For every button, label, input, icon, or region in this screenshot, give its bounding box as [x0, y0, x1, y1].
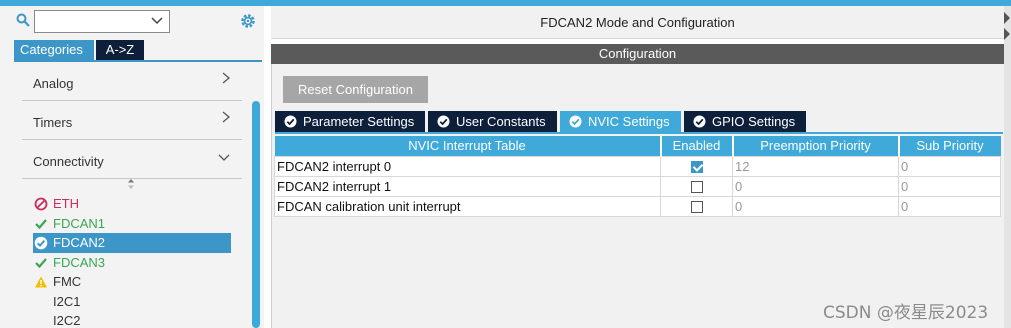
sub-priority-cell[interactable]: 0	[898, 175, 1001, 197]
peripheral-fdcan2[interactable]: FDCAN2	[33, 233, 231, 253]
peripheral-label: I2C1	[53, 293, 81, 309]
preemption-priority-cell[interactable]: 0	[732, 175, 899, 197]
peripheral-i2c1[interactable]: I2C1	[33, 292, 231, 312]
peripheral-label: FMC	[53, 274, 82, 289]
reset-configuration-button[interactable]: Reset Configuration	[283, 76, 428, 103]
collapse-panel-icon[interactable]	[1004, 10, 1011, 42]
column-header-sub-priority[interactable]: Sub Priority	[898, 136, 1001, 156]
sub-priority-cell[interactable]: 0	[898, 155, 1001, 177]
check-circle-icon	[569, 115, 582, 128]
enabled-checkbox[interactable]	[690, 201, 703, 214]
category-list: Analog Timers Connectivity	[22, 62, 242, 179]
search-icon[interactable]	[16, 13, 30, 27]
enabled-checkbox[interactable]	[690, 181, 703, 194]
right-edge-strip	[1004, 6, 1011, 328]
preemption-priority-cell[interactable]: 0	[732, 195, 899, 217]
search-input[interactable]	[34, 10, 170, 33]
enabled-cell	[660, 175, 733, 197]
enabled-checkbox[interactable]	[690, 161, 703, 174]
check-circle-icon	[693, 115, 706, 128]
table-row[interactable]: FDCAN2 interrupt 0 12 0	[274, 155, 1001, 177]
enabled-cell	[660, 155, 733, 177]
tab-nvic-settings[interactable]: NVIC Settings	[560, 111, 681, 132]
tab-categories[interactable]: Categories	[14, 40, 94, 60]
check-icon	[35, 218, 47, 229]
sidebar-scrollbar[interactable]	[252, 101, 260, 328]
peripheral-label: FDCAN1	[53, 215, 106, 231]
check-icon	[35, 257, 47, 268]
check-circle-icon	[34, 236, 48, 250]
peripheral-label: I2C2	[53, 313, 81, 328]
peripheral-label: FDCAN3	[53, 254, 106, 270]
check-circle-icon	[284, 115, 297, 128]
tab-label: Parameter Settings	[303, 114, 415, 129]
configuration-area: Reset Configuration Parameter Settings U…	[271, 64, 1004, 328]
column-header-nvic-interrupt-table[interactable]: NVIC Interrupt Table	[274, 136, 662, 156]
peripheral-label: FDCAN2	[53, 235, 106, 250]
table-row[interactable]: FDCAN2 interrupt 1 0 0	[274, 175, 1001, 197]
peripheral-i2c2[interactable]: I2C2	[33, 311, 231, 328]
category-timers[interactable]: Timers	[22, 101, 242, 140]
tab-label: NVIC Settings	[588, 114, 670, 129]
tabs-underline	[275, 132, 1003, 134]
warning-icon	[35, 276, 47, 288]
peripheral-fdcan3[interactable]: FDCAN3	[33, 253, 231, 273]
check-circle-icon	[437, 115, 450, 128]
sub-priority-cell[interactable]: 0	[898, 195, 1001, 217]
tab-user-constants[interactable]: User Constants	[428, 111, 557, 132]
peripheral-label: ETH	[53, 196, 79, 211]
disabled-icon	[34, 197, 48, 211]
column-header-preemption-priority[interactable]: Preemption Priority	[732, 136, 900, 156]
peripheral-fmc[interactable]: FMC	[33, 272, 231, 292]
table-row[interactable]: FDCAN calibration unit interrupt 0 0	[274, 195, 1001, 217]
category-label: Timers	[33, 115, 73, 130]
category-label: Analog	[33, 76, 74, 91]
chevron-right-icon	[222, 72, 230, 84]
tab-parameter-settings[interactable]: Parameter Settings	[275, 111, 425, 132]
tab-label: User Constants	[456, 114, 546, 129]
column-header-enabled[interactable]: Enabled	[660, 136, 734, 156]
category-analog[interactable]: Analog	[22, 62, 242, 101]
chevron-down-icon[interactable]	[151, 17, 163, 25]
peripheral-eth[interactable]: ETH	[33, 194, 231, 214]
nvic-interrupt-table: NVIC Interrupt Table Enabled Preemption …	[274, 136, 1001, 217]
main-panel: FDCAN2 Mode and Configuration Configurat…	[271, 6, 1004, 328]
configuration-header: Configuration	[271, 44, 1004, 64]
category-connectivity[interactable]: Connectivity	[22, 140, 242, 179]
peripheral-list: ETH FDCAN1 FDCAN2 FDCAN3 FMC I2C1 I2C2	[33, 194, 231, 328]
tab-a-to-z[interactable]: A->Z	[96, 40, 144, 60]
enabled-cell	[660, 195, 733, 217]
table-header-row: NVIC Interrupt Table Enabled Preemption …	[274, 136, 1001, 156]
scroll-up-arrows-icon[interactable]	[127, 178, 135, 190]
category-label: Connectivity	[33, 154, 104, 169]
chevron-down-icon	[218, 154, 230, 161]
interrupt-name: FDCAN2 interrupt 0	[274, 155, 661, 177]
tab-label: GPIO Settings	[712, 114, 796, 129]
tab-gpio-settings[interactable]: GPIO Settings	[684, 111, 806, 132]
preemption-priority-cell[interactable]: 12	[732, 155, 899, 177]
sidebar: Categories A->Z Analog Timers Connectivi…	[0, 6, 264, 328]
chevron-right-icon	[222, 111, 230, 123]
page-title: FDCAN2 Mode and Configuration	[271, 6, 1004, 39]
interrupt-name: FDCAN2 interrupt 1	[274, 175, 661, 197]
watermark: CSDN @夜星辰2023	[823, 303, 989, 323]
search-row	[12, 10, 262, 34]
peripheral-fdcan1[interactable]: FDCAN1	[33, 214, 231, 234]
interrupt-name: FDCAN calibration unit interrupt	[274, 195, 661, 217]
gear-icon[interactable]	[239, 12, 257, 30]
